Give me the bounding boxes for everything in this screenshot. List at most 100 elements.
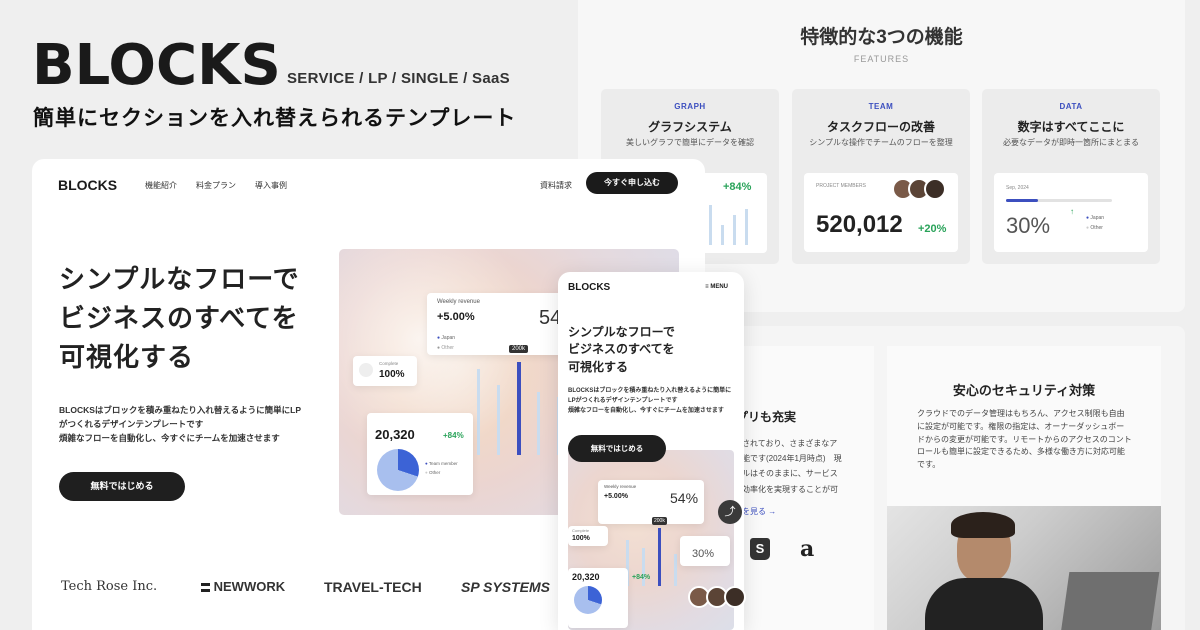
data-progress-fill <box>1006 199 1038 202</box>
mobile-body-line: LPがつくれるデザインテンプレートです <box>568 398 678 405</box>
complete-card: Complete 100% <box>353 356 417 386</box>
hero-title: シンプルなフローで ビジネスのすべてを 可視化する <box>59 260 300 377</box>
mobile-pie-chart <box>574 586 602 614</box>
graph-bars <box>709 205 748 245</box>
share-icon[interactable]: ⤴ <box>718 500 742 524</box>
brand-logo: BLOCKS <box>32 33 281 98</box>
up-arrow-icon: ↑ <box>1070 207 1074 216</box>
mobile-weekly-card: Weekly revenue +5.00% 54% <box>598 480 704 524</box>
weekly-legend-2: ● Other <box>437 345 454 351</box>
hero-body: BLOCKSはブロックを積み重ねたり入れ替えるように簡単にLP がつくれるデザイ… <box>59 403 301 445</box>
data-value: 30% <box>1006 213 1051 238</box>
newwork-label: NEWWORK <box>213 579 286 594</box>
feature-desc: 必要なデータが即時一箇所にまとまる <box>1003 138 1139 147</box>
feature-tag: DATA <box>1059 102 1083 111</box>
hero-title-line: シンプルなフローで <box>59 264 300 294</box>
client-logo-techrose: Tech Rose Inc. <box>61 579 158 594</box>
mobile-body-line: 煩雑なフローを自動化し、今すぐにチームを加速させます <box>568 408 724 415</box>
feature-desc: シンプルな操作でチームのフローを整理 <box>809 138 953 147</box>
brand-tagline: 簡単にセクションを入れ替えられるテンプレート <box>33 107 517 130</box>
total-value: 20,320 <box>375 427 415 442</box>
hero-body-line: がつくれるデザインテンプレートです <box>59 419 204 430</box>
chart-bubble: 200k <box>509 345 529 353</box>
start-free-button[interactable]: 無料ではじめる <box>59 472 185 501</box>
nav-features[interactable]: 機能紹介 <box>145 180 177 191</box>
dot-icon: ● <box>425 470 428 475</box>
team-photo <box>887 506 1161 630</box>
apps-body: されており、さまざまなア 能です(2024年1月時点) 現 ルはそのままに、サー… <box>742 436 842 497</box>
avatar <box>924 178 946 200</box>
client-logo-newwork: NEWWORK <box>201 579 285 594</box>
nav-cases[interactable]: 導入事例 <box>255 180 287 191</box>
team-label: PROJECT MEMBERS <box>816 183 866 189</box>
apps-link[interactable]: を見る → <box>742 506 776 517</box>
stripes-icon <box>201 583 210 592</box>
mobile-title-line: シンプルなフローで <box>568 325 675 339</box>
weekly-legend: ● Japan <box>437 335 455 341</box>
amazon-icon: a <box>800 536 815 562</box>
avatar <box>724 586 746 608</box>
hero-title-line: ビジネスのすべてを <box>59 303 299 333</box>
weekly-label: Weekly revenue <box>437 299 480 305</box>
total-card: 20,320 +84% ● Team member ● Other <box>367 413 473 495</box>
apps-body-line: 効率化を実現することが可 <box>742 484 838 494</box>
legend-team: Team member <box>428 461 458 466</box>
hero-bar-chart <box>477 362 560 455</box>
mobile-complete-card: Complete 100% <box>568 526 608 546</box>
feature-card-team: TEAM タスクフローの改善 シンプルな操作でチームのフローを整理 PROJEC… <box>792 89 970 264</box>
brand-tags: SERVICE / LP / SINGLE / SaaS <box>287 70 510 87</box>
complete-label: Complete <box>379 361 399 366</box>
dot-icon: ● <box>425 461 428 466</box>
mobile-weekly-value: +5.00% <box>604 493 628 500</box>
graph-widget: +84% <box>701 173 767 253</box>
features-title: 特徴的な3つの機能 <box>800 27 963 48</box>
legend-other: Other <box>428 470 441 475</box>
apps-body-line: ルはそのままに、サービス <box>742 469 838 479</box>
mobile-logo[interactable]: BLOCKS <box>568 282 610 293</box>
mobile-body-line: BLOCKSはブロックを積み重ねたり入れ替えるように簡単に <box>568 388 732 394</box>
total-delta: +84% <box>443 431 464 440</box>
mobile-complete-value: 100% <box>572 535 590 542</box>
mobile-title-line: ビジネスのすべてを <box>568 342 675 357</box>
mobile-weekly-label: Weekly revenue <box>604 484 637 489</box>
nav-document-request[interactable]: 資料請求 <box>540 180 572 191</box>
mobile-total-delta: +84% <box>632 574 651 581</box>
security-section: 安心のセキュリティ対策 クラウドでのデータ管理はもちろん、アクセス制限も自由に設… <box>887 346 1161 630</box>
apps-heading: プリも充実 <box>736 410 797 424</box>
legend-japan: Japan <box>441 335 456 341</box>
mobile-preview: BLOCKS ≡ MENU シンプルなフローで ビジネスのすべてを 可視化する … <box>558 272 744 630</box>
feature-desc: 美しいグラフで簡単にデータを確認 <box>626 138 754 147</box>
feature-title: 数字はすべてここに <box>1017 120 1125 134</box>
team-delta: +20% <box>918 223 947 235</box>
data-legend: ● Japan ● Other <box>1086 215 1104 231</box>
lp-logo[interactable]: BLOCKS <box>58 177 117 193</box>
feature-tag: GRAPH <box>674 102 706 111</box>
team-value: 520,012 <box>816 211 903 238</box>
feature-title: グラフシステム <box>648 120 732 134</box>
client-logo-spsystems: SP SYSTEMS <box>461 579 550 595</box>
mobile-menu-button[interactable]: ≡ MENU <box>705 284 728 290</box>
nav-pricing[interactable]: 料金プラン <box>196 180 236 191</box>
feature-title: タスクフローの改善 <box>826 120 935 134</box>
team-legend: ● Team member ● Other <box>425 461 458 475</box>
mobile-small-card: 30% <box>680 536 730 566</box>
data-label: Sep, 2024 <box>1006 185 1029 191</box>
mobile-hero-body: BLOCKSはブロックを積み重ねたり入れ替えるように簡単に LPがつくれるデザイ… <box>568 386 731 417</box>
mobile-hero-title: シンプルなフローで ビジネスのすべてを 可視化する <box>568 324 675 376</box>
dot-icon: ● <box>1086 225 1090 231</box>
legend-japan: Japan <box>1090 215 1105 221</box>
clock-icon <box>359 363 373 377</box>
mobile-weekly-big: 54% <box>670 490 699 506</box>
shopify-icon: S <box>750 538 770 560</box>
features-subtitle: FEATURES <box>853 54 910 64</box>
mobile-start-free-button[interactable]: 無料ではじめる <box>568 435 666 462</box>
mobile-complete-label: Complete <box>572 528 590 533</box>
feature-tag: TEAM <box>868 102 894 111</box>
data-progress-track <box>1006 199 1112 202</box>
security-body: クラウドでのデータ管理はもちろん、アクセス制限も自由に設定が可能です。権限の指定… <box>917 409 1132 470</box>
legend-other: Other <box>1090 225 1103 231</box>
apply-now-button[interactable]: 今すぐ申し込む <box>586 172 678 194</box>
dot-icon: ● <box>437 335 441 341</box>
hero-body-line: BLOCKSはブロックを積み重ねたり入れ替えるように簡単にLP <box>59 405 301 415</box>
hero-title-line: 可視化する <box>59 342 195 372</box>
